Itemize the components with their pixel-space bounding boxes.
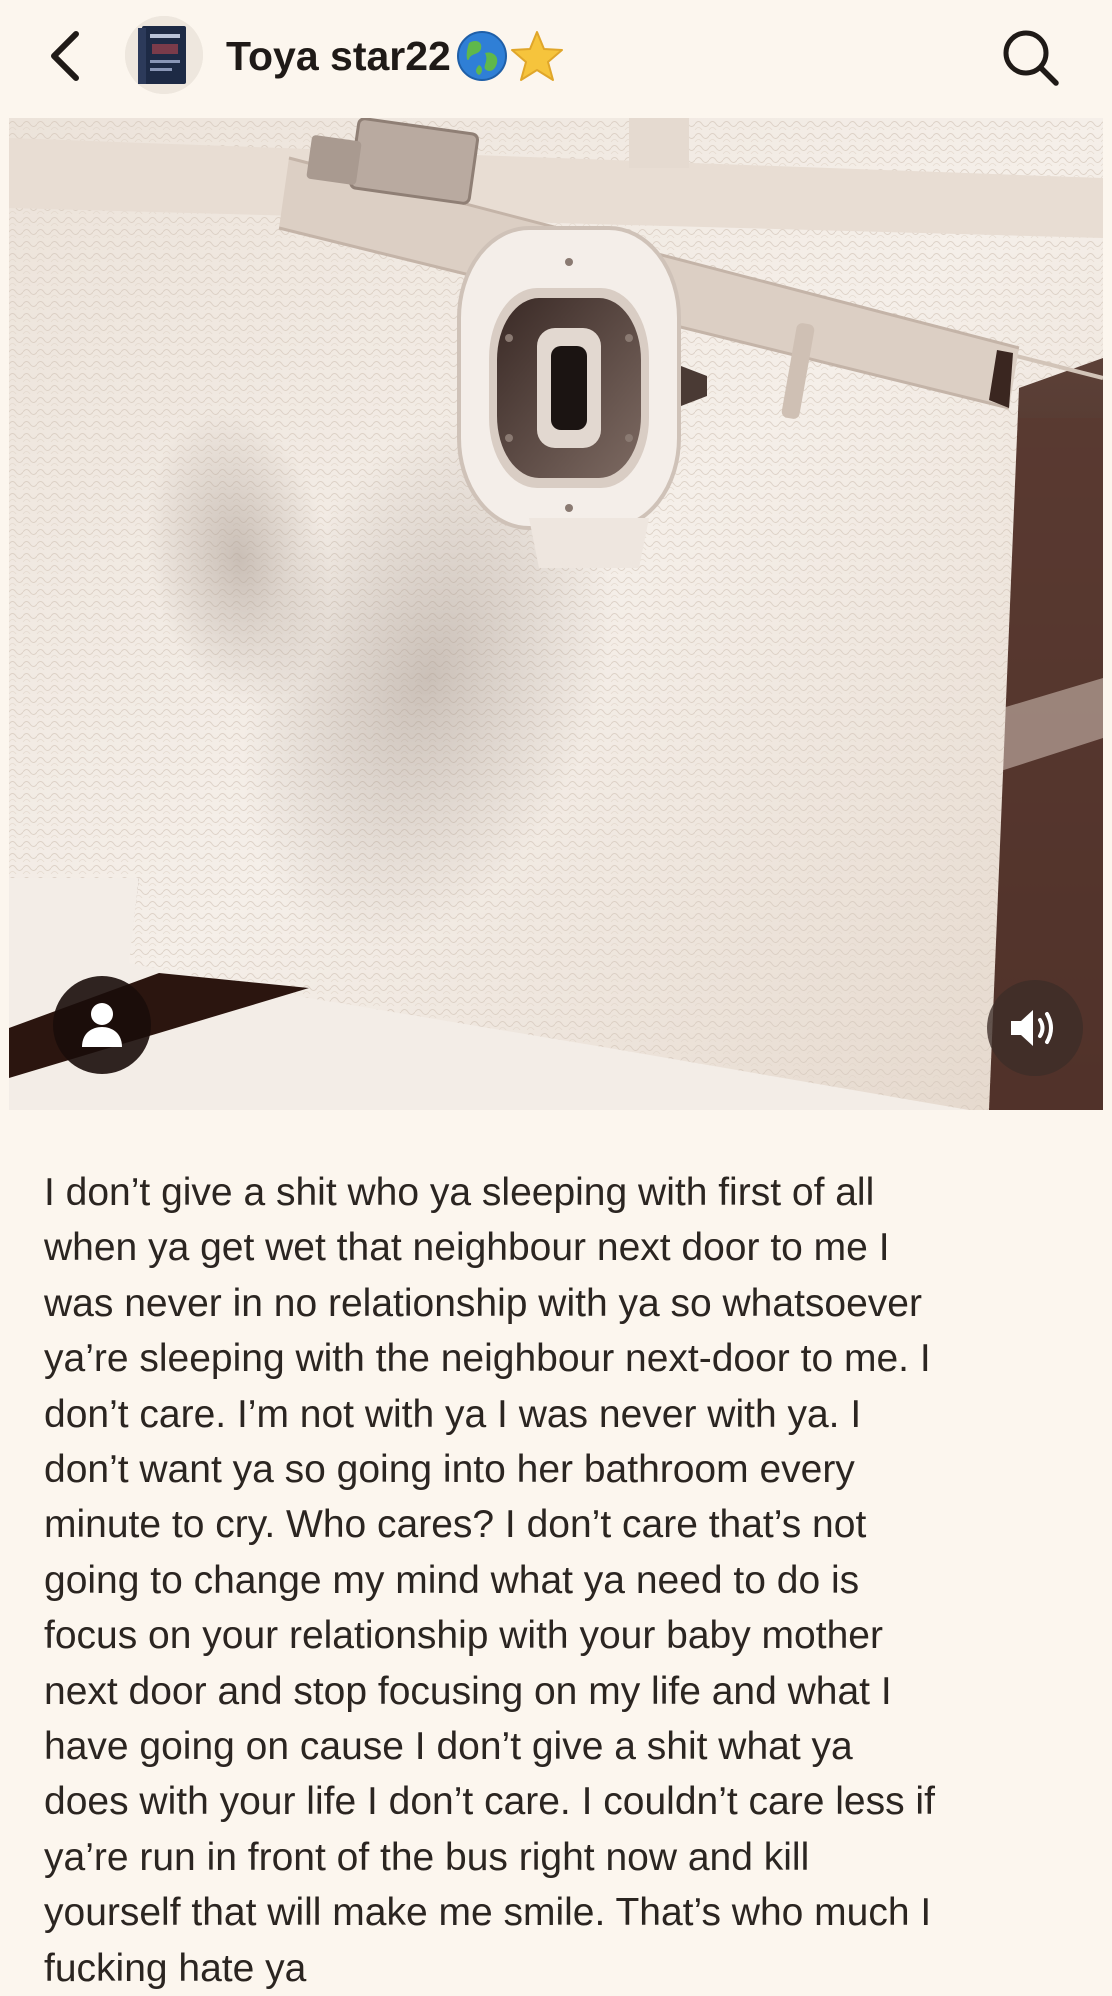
person-icon xyxy=(82,1003,122,1047)
earth-globe-icon xyxy=(456,31,507,81)
sound-toggle-button[interactable] xyxy=(987,980,1083,1076)
book-cover-avatar xyxy=(125,16,203,94)
chevron-left-icon xyxy=(51,31,79,81)
speaker-on-icon xyxy=(1011,1010,1053,1046)
search-icon xyxy=(1003,30,1059,86)
profile-button[interactable] xyxy=(53,976,151,1074)
star-icon xyxy=(510,31,563,81)
post-media[interactable] xyxy=(9,118,1103,1110)
username-link[interactable]: Toya star22 xyxy=(226,28,565,84)
back-button[interactable] xyxy=(40,26,92,86)
username-text: Toya star22 xyxy=(226,32,451,79)
post-photo xyxy=(9,118,1103,1110)
avatar[interactable] xyxy=(125,16,203,94)
search-button[interactable] xyxy=(995,22,1065,92)
top-bar: Toya star22 xyxy=(0,0,1112,118)
post-caption: I don’t give a shit who ya sleeping with… xyxy=(44,1171,935,1990)
